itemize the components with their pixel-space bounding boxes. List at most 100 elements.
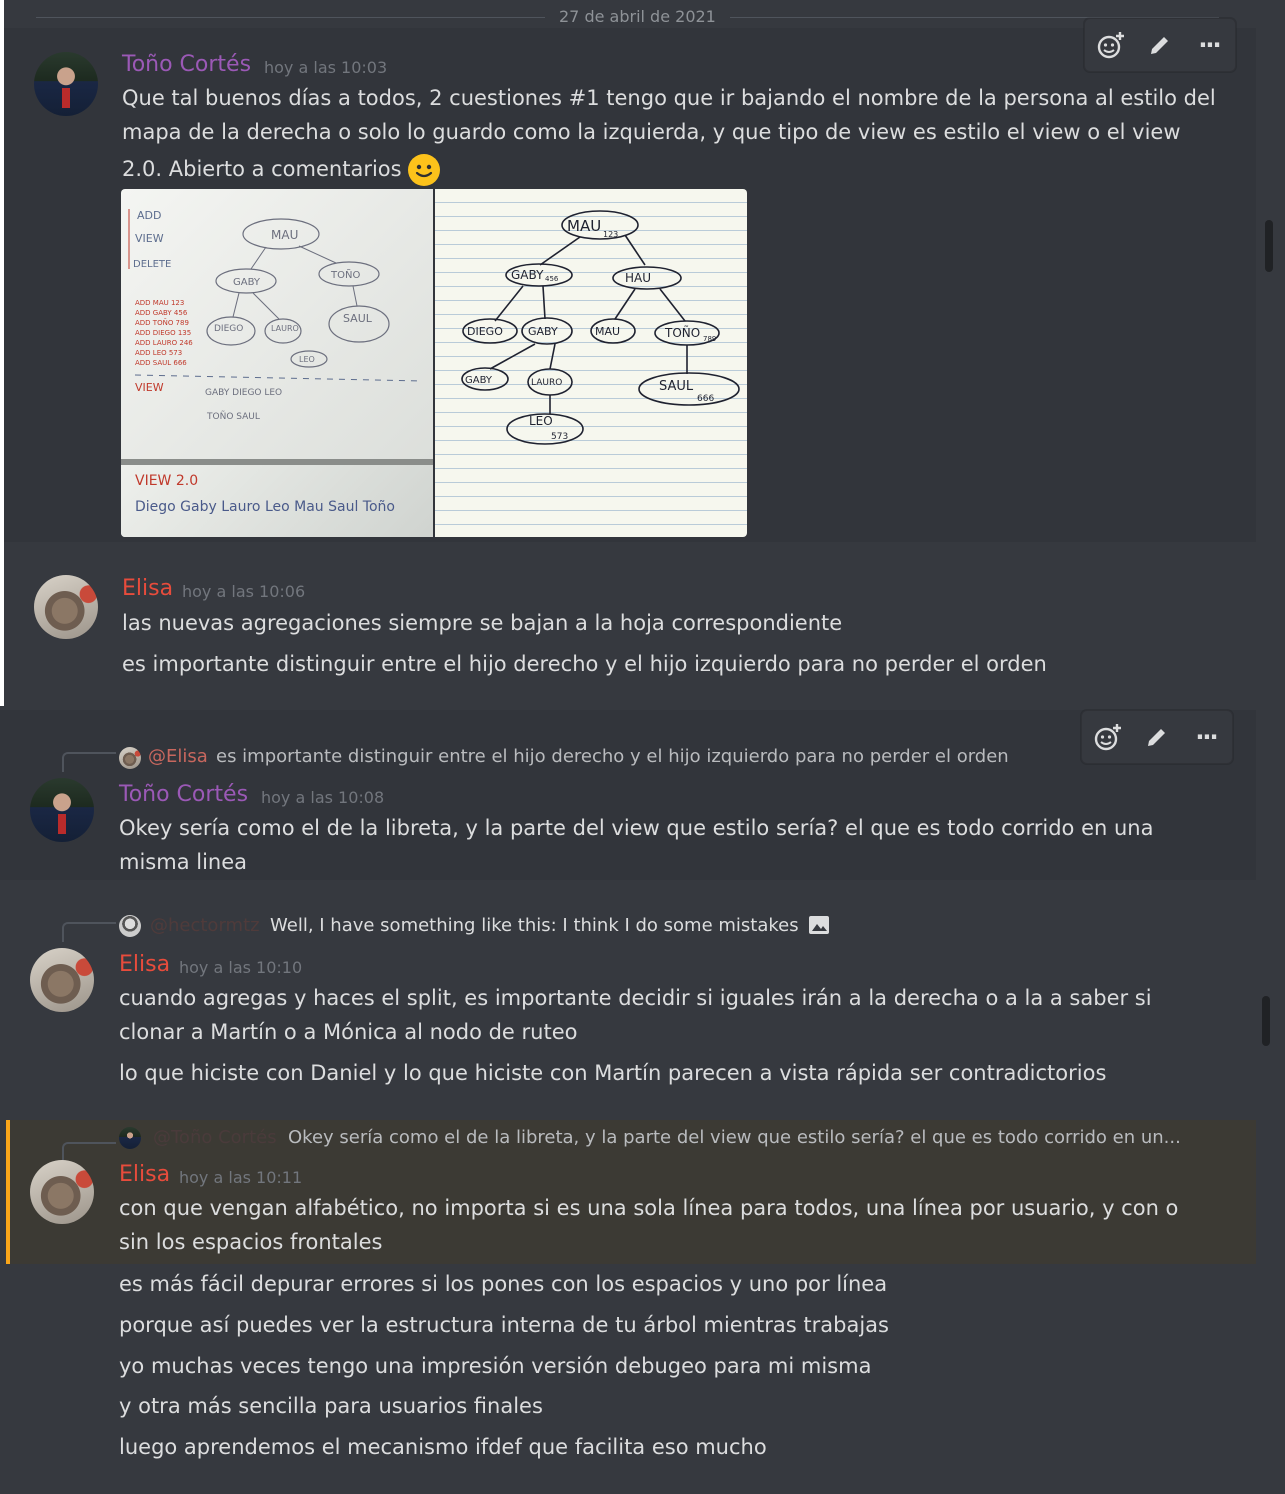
reply-mention[interactable]: @Toño Cortés	[153, 1127, 277, 1148]
message-line: lo que hiciste con Daniel y lo que hicis…	[119, 1061, 1107, 1085]
avatar[interactable]	[30, 1160, 94, 1224]
message-toolbar: ···	[1081, 710, 1233, 764]
wb-node-leo: LEO	[299, 355, 315, 364]
message-elisa-2[interactable]: @hectormtz Well, I have something like t…	[0, 900, 1256, 1110]
message-line: porque así puedes ver la estructura inte…	[119, 1313, 889, 1337]
message-line: Okey sería como el de la libreta, y la p…	[119, 816, 1154, 840]
author-name[interactable]: Elisa	[119, 952, 170, 977]
message-line: con que vengan alfabético, no importa si…	[119, 1196, 1179, 1220]
svg-text:GABY DIEGO LEO: GABY DIEGO LEO	[205, 388, 282, 398]
slightly-smiling-face-icon	[408, 154, 441, 186]
timestamp[interactable]: hoy a las 10:06	[182, 582, 305, 601]
message-tono-2[interactable]: @Elisa es importante distinguir entre el…	[0, 710, 1256, 880]
message-line: yo muchas veces tengo una impresión vers…	[119, 1354, 872, 1378]
message-elisa-1[interactable]: Elisa hoy a las 10:06 las nuevas agregac…	[0, 560, 1256, 700]
message-line-text: 2.0. Abierto a comentarios	[122, 157, 402, 181]
nb-value: 456	[545, 275, 559, 283]
timestamp[interactable]: hoy a las 10:08	[261, 788, 384, 807]
wb-node-saul: SAUL	[343, 312, 373, 325]
message-line: cuando agregas y haces el split, es impo…	[119, 986, 1152, 1010]
message-line: misma linea	[119, 850, 247, 874]
edit-button[interactable]	[1144, 29, 1176, 61]
author-name[interactable]: Toño Cortés	[122, 52, 251, 77]
nb-node: LEO	[529, 414, 553, 428]
timestamp[interactable]: hoy a las 10:03	[264, 58, 387, 77]
image-attachment[interactable]: ADD VIEW DELETE MAU GABY TOÑO DIEGO LAUR…	[121, 189, 747, 537]
wb-node-tono: TOÑO	[330, 268, 360, 281]
scrollbar-thumb[interactable]	[1265, 220, 1273, 272]
timestamp[interactable]: hoy a las 10:11	[179, 1168, 302, 1187]
author-name[interactable]: Toño Cortés	[119, 782, 248, 807]
message-line: clonar a Martín o a Mónica al nodo de ru…	[119, 1020, 578, 1044]
add-reaction-button[interactable]	[1095, 29, 1127, 61]
wb-sidebar-view: VIEW	[135, 232, 164, 245]
add-reaction-icon	[1097, 32, 1124, 59]
nb-node: SAUL	[659, 379, 694, 394]
message-line: y otra más sencilla para usuarios finale…	[119, 1394, 543, 1418]
notebook-photo: MAU 123 GABY 456 HAU DIEGO GABY MAU TOÑO…	[435, 189, 747, 537]
whiteboard-photo: ADD VIEW DELETE MAU GABY TOÑO DIEGO LAUR…	[121, 189, 433, 537]
message-elisa-3-highlighted[interactable]: @Toño Cortés Okey sería como el de la li…	[6, 1120, 1256, 1264]
wb-sidebar-delete: DELETE	[133, 259, 171, 270]
author-name[interactable]: Elisa	[122, 576, 173, 601]
nb-value: 666	[697, 394, 714, 404]
message-line: es más fácil depurar errores si los pone…	[119, 1272, 888, 1296]
message-line: es importante distinguir entre el hijo d…	[122, 652, 1047, 676]
reply-spine	[62, 922, 116, 942]
nb-node: GABY	[511, 268, 544, 282]
message-line: mapa de la derecha o solo lo guardo como…	[122, 120, 1181, 144]
reply-mention[interactable]: @Elisa	[148, 746, 208, 767]
nb-node: GABY	[465, 375, 493, 386]
add-reaction-button[interactable]	[1092, 721, 1124, 753]
message-line: sin los espacios frontales	[119, 1230, 383, 1254]
bottom-screenshot-pane: @Elisa es importante distinguir entre el…	[0, 706, 1285, 1494]
nb-node: HAU	[625, 271, 651, 285]
message-toolbar: ···	[1084, 18, 1236, 72]
timestamp[interactable]: hoy a las 10:10	[179, 958, 302, 977]
nb-node: DIEGO	[467, 325, 503, 338]
reply-mention[interactable]: @hectormtz	[150, 915, 260, 936]
author-name[interactable]: Elisa	[119, 1162, 170, 1187]
avatar[interactable]	[30, 778, 94, 842]
avatar[interactable]	[34, 575, 98, 639]
nb-node: MAU	[567, 217, 601, 235]
wb-add-line: ADD TOÑO 789	[135, 318, 189, 327]
reply-spine	[62, 1142, 116, 1162]
wb-node-gaby: GABY	[233, 277, 261, 288]
pencil-icon	[1151, 37, 1168, 54]
message-line: las nuevas agregaciones siempre se bajan…	[122, 611, 843, 635]
wb-add-line: ADD LAURO 246	[135, 339, 193, 347]
nb-node: LAURO	[531, 378, 562, 388]
wb-node-mau: MAU	[271, 228, 298, 242]
message-line: Que tal buenos días a todos, 2 cuestione…	[122, 86, 1216, 110]
scrollbar-thumb[interactable]	[1262, 996, 1270, 1046]
more-icon[interactable]: ···	[1190, 721, 1222, 753]
avatar[interactable]	[34, 52, 98, 116]
wb-view2-label: VIEW 2.0	[135, 473, 198, 489]
wb-add-line: ADD GABY 456	[135, 309, 188, 317]
wb-view-label: VIEW	[135, 381, 164, 394]
reply-avatar[interactable]	[119, 915, 141, 937]
message-line: luego aprendemos el mecanismo ifdef que …	[119, 1435, 767, 1459]
edit-button[interactable]	[1141, 721, 1173, 753]
message-line: 2.0. Abierto a comentarios	[122, 154, 441, 186]
nb-node: TOÑO	[664, 325, 700, 340]
reply-preview[interactable]: Okey sería como el de la libreta, y la p…	[288, 1127, 1181, 1148]
reply-spine	[62, 752, 116, 772]
reply-preview[interactable]: Well, I have something like this: I thin…	[270, 915, 799, 936]
reply-preview[interactable]: es importante distinguir entre el hijo d…	[216, 746, 1009, 767]
reply-avatar[interactable]	[119, 1127, 141, 1149]
avatar[interactable]	[30, 948, 94, 1012]
top-screenshot-pane: 27 de abril de 2021 Toño Cortés hoy a la…	[0, 0, 1273, 706]
reply-avatar[interactable]	[119, 747, 141, 769]
nb-value: 123	[603, 230, 618, 239]
wb-view2-line: Diego Gaby Lauro Leo Mau Saul Toño	[135, 499, 395, 515]
nb-node: GABY	[528, 325, 558, 338]
date-divider: 27 de abril de 2021	[545, 7, 730, 26]
wb-add-line: ADD SAUL 666	[135, 359, 187, 367]
image-icon	[808, 914, 830, 936]
more-icon[interactable]: ···	[1193, 29, 1225, 61]
nb-value: 573	[551, 432, 568, 442]
left-border	[0, 0, 4, 706]
whiteboard-view2-section: VIEW 2.0 Diego Gaby Lauro Leo Mau Saul T…	[121, 459, 433, 537]
